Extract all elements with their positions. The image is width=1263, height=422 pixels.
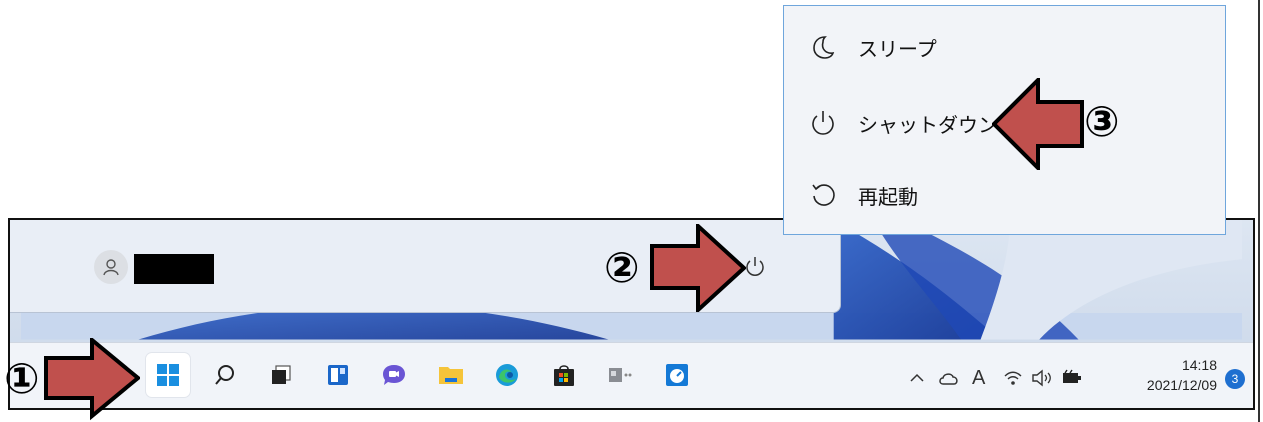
widgets-button[interactable] <box>316 353 360 397</box>
chat-button[interactable] <box>372 353 416 397</box>
task-view-button[interactable] <box>259 353 303 397</box>
app-icon <box>609 368 632 382</box>
clock-time: 14:18 <box>1181 357 1217 373</box>
callout-number-1: ① <box>4 354 40 403</box>
callout-number-2: ② <box>604 243 640 292</box>
callout-arrow-3 <box>992 78 1084 170</box>
moon-icon <box>808 32 838 62</box>
cloud-icon[interactable] <box>938 369 960 387</box>
windows-logo-icon <box>157 364 179 386</box>
teams-chat-icon <box>383 365 405 385</box>
page-border <box>1258 0 1260 422</box>
file-explorer-button[interactable] <box>429 353 473 397</box>
power-menu-item-restart[interactable]: 再起動 <box>808 170 918 220</box>
ime-indicator[interactable]: A <box>972 367 985 390</box>
user-icon <box>103 259 119 276</box>
callout-arrow-1 <box>44 338 140 421</box>
power-menu-item-shutdown[interactable]: シャットダウン <box>808 98 998 148</box>
search-icon <box>215 365 234 385</box>
avatar[interactable] <box>94 250 128 284</box>
start-button[interactable] <box>146 353 190 397</box>
system-tray: A <box>908 343 1083 408</box>
edge-icon <box>496 364 518 386</box>
search-button[interactable] <box>203 353 247 397</box>
app-8-button[interactable] <box>655 353 699 397</box>
store-button[interactable] <box>542 353 586 397</box>
store-icon <box>554 365 574 386</box>
battery-icon[interactable] <box>1061 369 1083 387</box>
edge-button[interactable] <box>485 353 529 397</box>
taskbar: A 14:18 2021/12/09 3 <box>10 342 1253 408</box>
task-view-icon <box>272 365 291 384</box>
clock-date: 2021/12/09 <box>1146 377 1217 393</box>
notification-badge[interactable]: 3 <box>1225 369 1245 389</box>
power-menu-item-sleep[interactable]: スリープ <box>808 22 937 72</box>
chevron-up-icon[interactable] <box>908 369 926 387</box>
volume-icon[interactable] <box>1031 369 1053 387</box>
wifi-icon[interactable] <box>1003 369 1023 387</box>
sleep-label: スリープ <box>858 36 937 61</box>
widgets-icon <box>328 365 348 385</box>
callout-arrow-2 <box>650 224 746 312</box>
power-icon <box>808 108 838 138</box>
app-7-button[interactable] <box>598 353 642 397</box>
restart-icon <box>808 180 838 210</box>
power-icon <box>746 257 764 276</box>
restart-label: 再起動 <box>858 184 918 209</box>
user-name-redacted[interactable] <box>134 254 214 284</box>
callout-number-3: ③ <box>1084 97 1120 146</box>
clock[interactable]: 14:18 2021/12/09 <box>1147 355 1217 395</box>
folder-icon <box>439 367 463 384</box>
shutdown-label: シャットダウン <box>858 112 998 137</box>
speedometer-icon <box>666 364 688 386</box>
